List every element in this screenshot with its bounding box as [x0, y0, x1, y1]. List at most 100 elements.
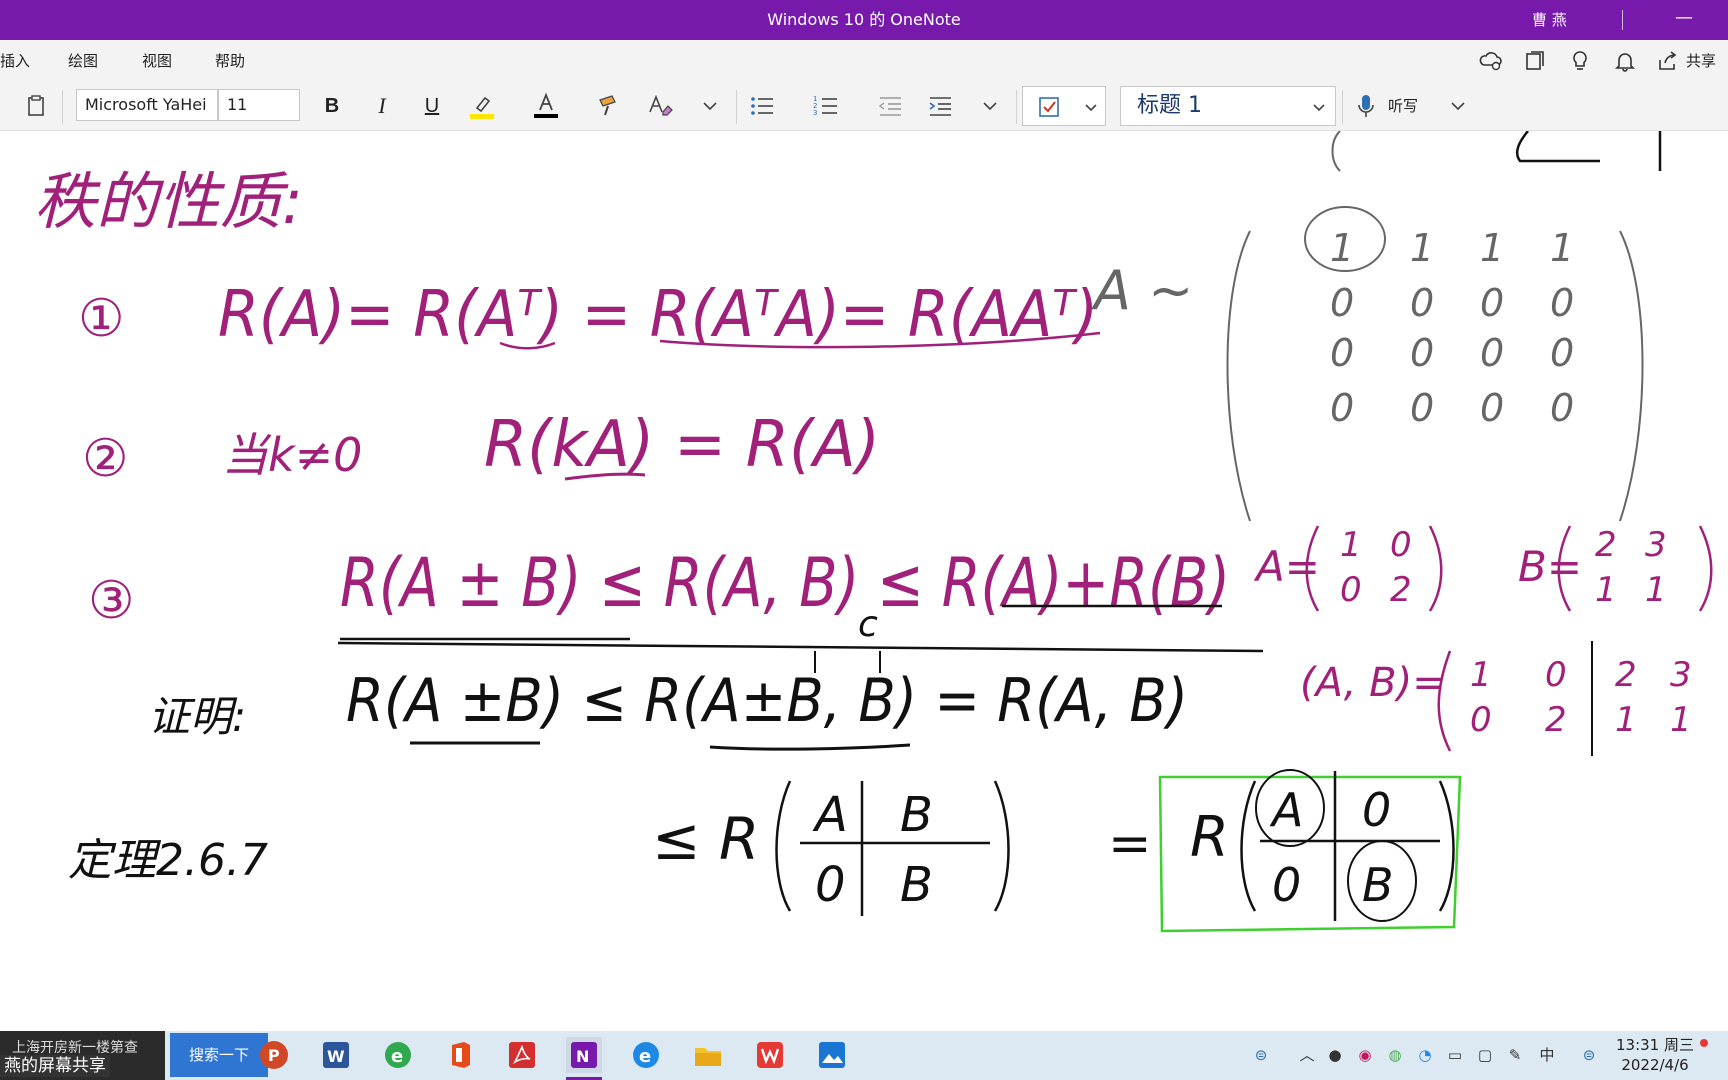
menu-draw[interactable]: 绘图: [68, 40, 98, 82]
boxed-prefix[interactable]: R: [1190, 805, 1229, 870]
lightbulb-icon[interactable]: [1567, 48, 1593, 74]
font-size-box[interactable]: 11: [218, 89, 300, 121]
microphone-icon[interactable]: [1350, 90, 1382, 122]
font-color-icon[interactable]: [530, 90, 562, 122]
svg-text:e: e: [391, 1046, 403, 1067]
powerpoint-icon[interactable]: P: [256, 1037, 292, 1073]
matrix-cell: 0: [1390, 525, 1412, 565]
office-icon[interactable]: [442, 1037, 478, 1073]
italic-button[interactable]: I: [366, 90, 398, 122]
ime-icon[interactable]: ⊜: [1578, 1043, 1600, 1067]
block-cell: B: [1362, 858, 1394, 912]
proof-line2-left[interactable]: ≤ R: [652, 805, 759, 873]
app-tray-icon[interactable]: ◉: [1354, 1043, 1376, 1067]
pen-icon[interactable]: ✎: [1504, 1043, 1526, 1067]
clock[interactable]: 13:31 周三 2022/4/6: [1615, 1035, 1695, 1075]
matrix-a-small[interactable]: 1 0 0 2: [1340, 525, 1412, 610]
matrix-cell: 0: [1330, 386, 1354, 430]
prop1-formula[interactable]: R(A)= R(Aᵀ) = R(AᵀA)= R(AAᵀ): [218, 278, 1098, 352]
prop3-number[interactable]: ③: [88, 571, 135, 631]
prop2-condition[interactable]: 当k≠0: [222, 428, 362, 482]
word-icon[interactable]: W: [318, 1037, 354, 1073]
prop1-side[interactable]: A ~: [1091, 259, 1193, 322]
share-button[interactable]: 共享: [1686, 40, 1716, 82]
ime-mode[interactable]: 中: [1536, 1043, 1558, 1067]
chevron-down-icon[interactable]: [1442, 90, 1474, 122]
matrix-cell: 1: [1330, 226, 1354, 270]
prop2-formula[interactable]: R(kA) = R(A): [484, 408, 880, 482]
matrix-cell: 1: [1670, 700, 1692, 740]
block-cell: A: [812, 787, 848, 843]
prop3-formula[interactable]: R(A ± B) ≤ R(A, B) ≤ R(A)+R(B): [340, 544, 1230, 623]
note-canvas[interactable]: 秩的性质: ① R(A)= R(Aᵀ) = R(AᵀA)= R(AAᵀ) A ~…: [0, 131, 1728, 1031]
share-icon[interactable]: [1656, 48, 1678, 74]
explorer-icon[interactable]: [690, 1037, 726, 1073]
matrix-a[interactable]: 1 1 1 1 0 0 0 0 0 0 0 0 0 0 0 0: [1330, 226, 1574, 430]
menu-help[interactable]: 帮助: [215, 40, 245, 82]
chevron-down-icon[interactable]: [694, 90, 726, 122]
format-painter-icon[interactable]: [594, 90, 626, 122]
matrix-cell: 1: [1595, 570, 1617, 610]
user-name[interactable]: 曹 燕: [1532, 0, 1567, 40]
search-button[interactable]: 搜索一下: [170, 1033, 268, 1077]
menu-insert[interactable]: 插入: [0, 40, 30, 82]
prop1-number[interactable]: ①: [78, 289, 125, 349]
matrix-cell: 0: [1410, 331, 1434, 375]
theorem-ref[interactable]: 定理2.6.7: [68, 835, 268, 886]
photos-icon[interactable]: [814, 1037, 850, 1073]
block-cell: 0: [1362, 783, 1391, 837]
matrix-cell: 0: [1470, 700, 1492, 740]
sync-cloud-icon[interactable]: [1478, 48, 1504, 74]
wps-icon[interactable]: [752, 1037, 788, 1073]
font-name-box[interactable]: Microsoft YaHei: [76, 89, 218, 121]
decrease-indent-icon[interactable]: [874, 90, 906, 122]
dictate-button[interactable]: 听写: [1388, 82, 1418, 130]
security-tray-icon[interactable]: ◍: [1384, 1043, 1406, 1067]
increase-indent-icon[interactable]: [924, 90, 956, 122]
ab-label[interactable]: (A, B)=: [1300, 660, 1446, 706]
clear-format-icon[interactable]: [644, 90, 676, 122]
underline-button[interactable]: U: [416, 90, 448, 122]
bell-icon[interactable]: [1612, 48, 1638, 74]
notification-dot: [1700, 1039, 1708, 1047]
microphone-tray-icon[interactable]: ●: [1324, 1043, 1346, 1067]
matrix-ab[interactable]: 1 0 2 3 0 2 1 1: [1470, 655, 1692, 740]
edge-icon[interactable]: e: [628, 1037, 664, 1073]
minimize-button[interactable]: —: [1664, 0, 1704, 40]
prop3-b-label[interactable]: B=: [1518, 542, 1582, 591]
menu-view[interactable]: 视图: [142, 40, 172, 82]
proof-label[interactable]: 证明:: [148, 692, 246, 741]
proof-line1[interactable]: R(A ±B) ≤ R(A±B, B) = R(A, B): [346, 666, 1188, 736]
numbered-list-icon[interactable]: 123: [810, 90, 842, 122]
onenote-icon[interactable]: N: [566, 1037, 602, 1073]
prop2-number[interactable]: ②: [82, 429, 129, 489]
display-icon[interactable]: ▢: [1474, 1043, 1496, 1067]
pages-icon[interactable]: [1522, 48, 1548, 74]
tag-dropdown[interactable]: [1022, 86, 1106, 126]
highlighter-icon[interactable]: [466, 90, 498, 122]
ie-icon[interactable]: e: [380, 1037, 416, 1073]
network-tray-icon[interactable]: ◔: [1414, 1043, 1436, 1067]
proof-equals[interactable]: =: [1108, 814, 1152, 874]
c-label[interactable]: c: [858, 604, 878, 645]
ink-bracket: [775, 780, 1010, 912]
clipboard-icon[interactable]: [20, 90, 52, 122]
block-matrix[interactable]: A B 0 B: [812, 787, 933, 913]
screen-share-title: 上海开房新一楼第查: [12, 1040, 138, 1056]
svg-text:P: P: [268, 1046, 280, 1065]
acrobat-icon[interactable]: [504, 1037, 540, 1073]
matrix-cell: 1: [1550, 226, 1574, 270]
battery-icon[interactable]: ▭: [1444, 1043, 1466, 1067]
matrix-cell: 0: [1480, 281, 1504, 325]
bullet-list-icon[interactable]: [746, 90, 778, 122]
matrix-b-small[interactable]: 2 3 1 1: [1595, 525, 1667, 610]
style-dropdown[interactable]: 标题 1: [1120, 86, 1336, 126]
ime-status-icon[interactable]: ⊜: [1250, 1043, 1272, 1067]
note-heading[interactable]: 秩的性质:: [34, 165, 303, 238]
matrix-cell: 0: [1480, 331, 1504, 375]
chevron-up-icon[interactable]: ︿: [1296, 1043, 1318, 1067]
block-cell: A: [1269, 783, 1303, 837]
chevron-down-icon[interactable]: [974, 90, 1006, 122]
bold-button[interactable]: B: [316, 90, 348, 122]
boxed-matrix[interactable]: A 0 0 B: [1269, 783, 1394, 912]
